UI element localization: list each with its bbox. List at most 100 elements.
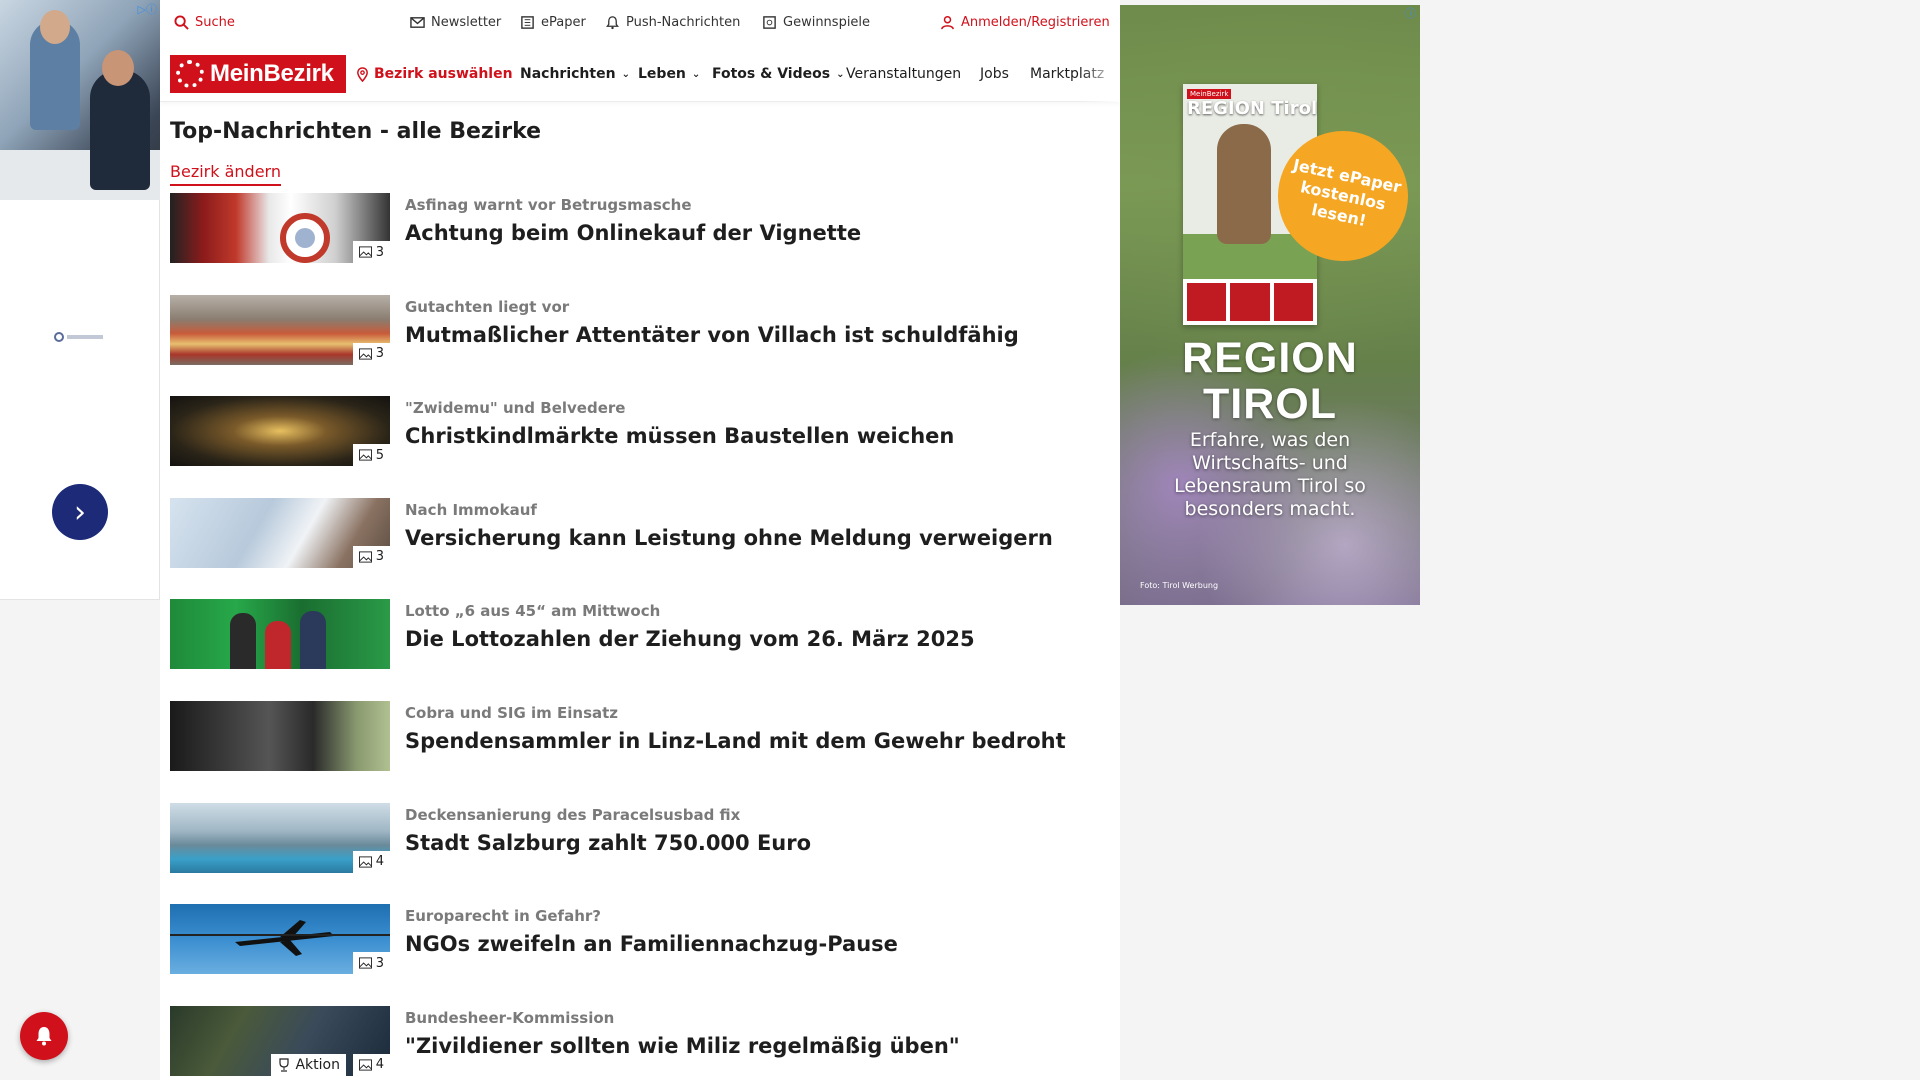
search-label: Suche	[195, 15, 235, 30]
bell-icon	[36, 1027, 52, 1046]
left-ad[interactable]: ▷ⓘ ›	[0, 0, 160, 600]
article-kicker: Europarecht in Gefahr?	[405, 907, 601, 926]
location-pin-icon	[357, 66, 368, 82]
nav-leben[interactable]: Leben ⌄	[638, 66, 700, 82]
article-item[interactable]: 3 Europarecht in Gefahr? NGOs zweifeln a…	[170, 904, 1110, 1006]
article-item[interactable]: 3 Asfinag warnt vor Betrugsmasche Achtun…	[170, 193, 1110, 295]
article-thumbnail[interactable]: 3	[170, 904, 390, 975]
article-headline[interactable]: Spendensammler in Linz-Land mit dem Gewe…	[405, 729, 1066, 753]
ad-next-button[interactable]: ›	[52, 484, 108, 540]
photo-count-value: 3	[375, 955, 384, 971]
push-label: Push-Nachrichten	[626, 15, 741, 30]
ad-photo-credit: Foto: Tirol Werbung	[1140, 581, 1219, 590]
article-kicker: Gutachten liegt vor	[405, 297, 570, 316]
chevron-down-icon: ⌄	[621, 68, 630, 80]
nav-nachrichten[interactable]: Nachrichten ⌄	[520, 66, 630, 82]
article-thumbnail[interactable]: 4	[170, 802, 390, 873]
marmot-image	[1217, 124, 1271, 244]
photo-count: 3	[352, 545, 390, 568]
push-link[interactable]: Push-Nachrichten	[605, 15, 740, 30]
photo-count: 4	[352, 1053, 390, 1076]
article-thumbnail[interactable]: 3	[170, 193, 390, 263]
article-item[interactable]: Cobra und SIG im Einsatz Spendensammler …	[170, 700, 1110, 803]
photo-count-value: 3	[375, 346, 384, 362]
photo-count-value: 4	[375, 1057, 384, 1073]
ad-logo	[54, 326, 108, 342]
article-kicker: Nach Immokauf	[405, 500, 537, 519]
article-headline[interactable]: "Zivildiener sollten wie Miliz regelmäßi…	[405, 1034, 960, 1058]
article-thumbnail[interactable]	[170, 599, 390, 670]
article-item[interactable]: Aktion 4 Bundesheer-Kommission "Zivildie…	[170, 1005, 1110, 1080]
article-thumbnail[interactable]: 5	[170, 396, 390, 467]
article-headline[interactable]: Christkindlmärkte müssen Baustellen weic…	[405, 424, 954, 448]
gewinnspiele-link[interactable]: Gewinnspiele	[762, 15, 870, 30]
search-icon	[174, 15, 189, 30]
article-thumbnail[interactable]: Aktion 4	[170, 1005, 390, 1076]
ad-info-icon[interactable]: ⓘ	[1405, 5, 1416, 21]
login-link[interactable]: Anmelden/Registrieren	[940, 15, 1110, 30]
photo-count: 5	[352, 444, 390, 467]
article-thumbnail[interactable]: 3	[170, 497, 390, 568]
article-thumbnail[interactable]: 3	[170, 294, 390, 365]
page-title: Top-Nachrichten - alle Bezirke	[170, 119, 542, 144]
image-icon	[358, 449, 372, 461]
nav-veranstaltungen[interactable]: Veranstaltungen	[846, 66, 961, 82]
article-headline[interactable]: Die Lottozahlen der Ziehung vom 26. März…	[405, 627, 975, 651]
ad-photo[interactable]	[0, 0, 160, 200]
newsletter-link[interactable]: Newsletter	[410, 15, 501, 30]
article-headline[interactable]: Mutmaßlicher Attentäter von Villach ist …	[405, 323, 1019, 347]
article-item[interactable]: 4 Deckensanierung des Paracelsusbad fix …	[170, 802, 1110, 905]
article-kicker: Cobra und SIG im Einsatz	[405, 703, 619, 722]
photo-count: 3	[352, 342, 390, 365]
user-icon	[941, 15, 954, 30]
gewinnspiele-label: Gewinnspiele	[783, 15, 871, 30]
main-nav: MeinBezirk Bezirk auswählen Nachrichten ⌄…	[160, 46, 1120, 102]
site-logo[interactable]: MeinBezirk	[170, 55, 346, 93]
article-item[interactable]: 3 Nach Immokauf Versicherung kann Leistu…	[170, 497, 1110, 600]
nav-label: Fotos & Videos	[712, 66, 831, 82]
article-kicker: Bundesheer-Kommission	[405, 1008, 615, 1027]
epaper-link[interactable]: ePaper	[520, 15, 586, 30]
article-headline[interactable]: Stadt Salzburg zahlt 750.000 Euro	[405, 831, 811, 855]
search-link[interactable]: Suche	[174, 15, 235, 30]
change-bezirk-link[interactable]: Bezirk ändern	[170, 162, 281, 186]
article-headline[interactable]: NGOs zweifeln an Familiennachzug-Pause	[405, 932, 898, 956]
ad-headline: REGION TIROL	[1120, 335, 1420, 427]
bezirk-label: Bezirk auswählen	[374, 66, 513, 82]
nav-label: Jobs	[980, 66, 1009, 82]
article-headline[interactable]: Versicherung kann Leistung ohne Meldung …	[405, 526, 1053, 550]
trophy-icon	[279, 1058, 290, 1072]
aktion-badge: Aktion	[271, 1053, 346, 1076]
adchoices-icon[interactable]: ▷ⓘ	[138, 1, 157, 17]
epaper-label: ePaper	[541, 15, 586, 30]
newspaper-icon	[521, 16, 534, 29]
newsletter-label: Newsletter	[431, 15, 502, 30]
image-icon	[358, 246, 372, 258]
bell-icon	[606, 16, 619, 30]
photo-count: 3	[352, 241, 390, 263]
article-item[interactable]: 5 "Zwidemu" und Belvedere Christkindlmär…	[170, 396, 1110, 498]
photo-count-value: 4	[375, 854, 384, 870]
article-item[interactable]: Lotto „6 aus 45“ am Mittwoch Die Lottoza…	[170, 599, 1110, 701]
nav-label: Nachrichten	[520, 66, 616, 82]
chevron-down-icon: ⌄	[836, 68, 845, 80]
photo-count-value: 5	[375, 447, 384, 463]
image-icon	[358, 957, 372, 969]
nav-fotos-videos[interactable]: Fotos & Videos ⌄	[712, 66, 844, 82]
photo-count: 4	[352, 850, 390, 873]
right-ad[interactable]: ⓘ MeinBezirk REGION Tirol Jetzt ePaper k…	[1120, 5, 1420, 605]
nav-fade	[1080, 46, 1120, 102]
article-headline[interactable]: Achtung beim Onlinekauf der Vignette	[405, 221, 861, 245]
article-thumbnail[interactable]	[170, 700, 390, 771]
logo-text: MeinBezirk	[210, 60, 334, 87]
photo-count-value: 3	[375, 549, 384, 565]
nav-label: Leben	[638, 66, 686, 82]
article-kicker: "Zwidemu" und Belvedere	[405, 399, 626, 418]
image-icon	[358, 855, 372, 868]
login-label: Anmelden/Registrieren	[961, 15, 1110, 30]
article-item[interactable]: 3 Gutachten liegt vor Mutmaßlicher Atten…	[170, 294, 1110, 397]
bezirk-select[interactable]: Bezirk auswählen	[355, 66, 513, 82]
nav-jobs[interactable]: Jobs	[980, 66, 1009, 82]
logo-ring-icon	[176, 60, 204, 88]
notification-bell-button[interactable]	[20, 1012, 68, 1060]
